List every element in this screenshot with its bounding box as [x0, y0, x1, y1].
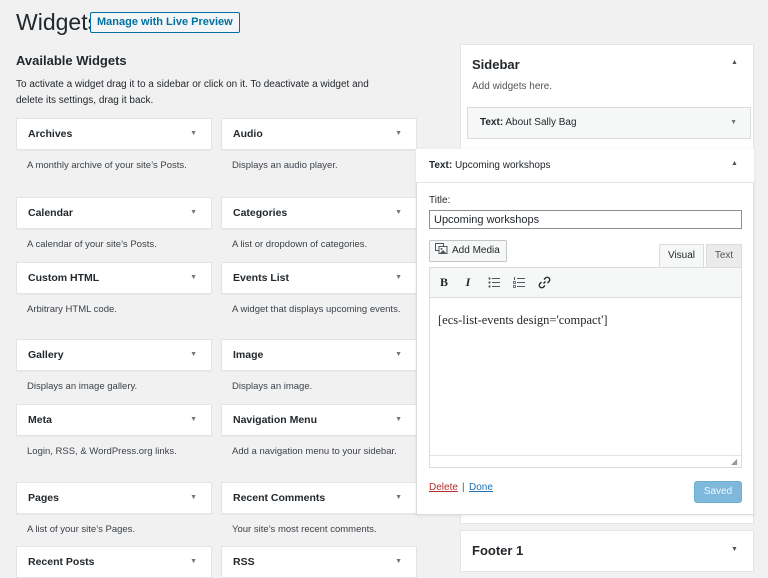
widget-label: Calendar: [28, 207, 73, 219]
widget-description: Login, RSS, & WordPress.org links.: [27, 446, 177, 457]
widget-image[interactable]: Image ▼: [221, 339, 417, 371]
chevron-down-icon[interactable]: ▼: [190, 119, 197, 149]
widget-description: Add a navigation menu to your sidebar.: [232, 446, 397, 457]
chevron-down-icon[interactable]: ▼: [395, 198, 402, 228]
saved-button[interactable]: Saved: [694, 481, 742, 503]
widget-events-list[interactable]: Events List ▼: [221, 262, 417, 294]
available-widgets-title: Available Widgets: [16, 53, 127, 68]
bullet-list-icon[interactable]: [488, 277, 500, 288]
chevron-down-icon[interactable]: ▼: [190, 547, 197, 577]
numbered-list-icon[interactable]: [513, 277, 525, 288]
title-input[interactable]: [429, 210, 742, 229]
link-icon[interactable]: [538, 276, 551, 289]
chevron-down-icon[interactable]: ▼: [190, 340, 197, 370]
add-media-button[interactable]: Add Media: [429, 240, 507, 262]
widget-label: Pages: [28, 492, 59, 504]
widget-label: Recent Posts: [28, 556, 95, 568]
chevron-down-icon[interactable]: ▼: [190, 483, 197, 513]
done-link[interactable]: Done: [469, 482, 493, 493]
widget-description: A calendar of your site’s Posts.: [27, 239, 157, 250]
footer-1-title[interactable]: Footer 1: [472, 543, 523, 558]
italic-icon[interactable]: I: [460, 275, 476, 290]
widget-label: Audio: [233, 128, 263, 140]
placed-widget-about-sally-bag[interactable]: Text: About Sally Bag ▼: [467, 107, 751, 139]
chevron-down-icon[interactable]: ▼: [395, 263, 402, 293]
widget-description: A monthly archive of your site’s Posts.: [27, 160, 187, 171]
chevron-down-icon[interactable]: ▼: [190, 405, 197, 435]
sidebar-collapse-icon[interactable]: ▲: [731, 59, 738, 66]
widget-categories[interactable]: Categories ▼: [221, 197, 417, 229]
widget-description: Displays an audio player.: [232, 160, 338, 171]
placed-widget-type: Text:: [480, 117, 504, 128]
link-separator: |: [462, 482, 465, 493]
widget-navigation-menu[interactable]: Navigation Menu ▼: [221, 404, 417, 436]
widget-description: Displays an image.: [232, 381, 313, 392]
chevron-down-icon[interactable]: ▼: [395, 340, 402, 370]
widget-description: A list or dropdown of categories.: [232, 239, 368, 250]
media-icon: [435, 243, 448, 254]
sidebar-title[interactable]: Sidebar: [472, 57, 520, 72]
widget-recent-comments[interactable]: Recent Comments ▼: [221, 482, 417, 514]
widget-label: Recent Comments: [233, 492, 326, 504]
widget-pages[interactable]: Pages ▼: [16, 482, 212, 514]
chevron-down-icon[interactable]: ▼: [730, 108, 737, 138]
open-widget-header[interactable]: Text: Upcoming workshops: [416, 149, 754, 183]
widget-gallery[interactable]: Gallery ▼: [16, 339, 212, 371]
widget-description: A list of your site’s Pages.: [27, 524, 136, 535]
tab-visual[interactable]: Visual: [659, 244, 704, 268]
open-widget-title: Upcoming workshops: [454, 160, 551, 171]
manage-live-preview-button[interactable]: Manage with Live Preview: [90, 12, 240, 33]
open-widget-type: Text:: [429, 160, 453, 171]
widget-label: Custom HTML: [28, 272, 100, 284]
widget-label: Navigation Menu: [233, 414, 318, 426]
add-media-label: Add Media: [452, 245, 500, 256]
chevron-down-icon[interactable]: ▼: [731, 546, 738, 553]
tab-text[interactable]: Text: [706, 244, 742, 268]
editor-statusbar: [430, 455, 741, 467]
widget-label: Archives: [28, 128, 73, 140]
widget-label: Image: [233, 349, 264, 361]
chevron-down-icon[interactable]: ▼: [395, 547, 402, 577]
widget-description: Your site’s most recent comments.: [232, 524, 377, 535]
widget-description: Arbitrary HTML code.: [27, 304, 117, 315]
widget-audio[interactable]: Audio ▼: [221, 118, 417, 150]
available-widgets-description: To activate a widget drag it to a sideba…: [16, 79, 369, 106]
placed-widget-title: About Sally Bag: [505, 117, 577, 128]
widget-label: RSS: [233, 556, 255, 568]
widget-description: A widget that displays upcoming events.: [232, 304, 401, 315]
widget-calendar[interactable]: Calendar ▼: [16, 197, 212, 229]
editor-content[interactable]: [ecs-list-events design='compact']: [438, 313, 607, 328]
chevron-down-icon[interactable]: ▼: [395, 483, 402, 513]
sidebar-subtitle: Add widgets here.: [472, 81, 553, 92]
chevron-up-icon[interactable]: ▲: [731, 160, 738, 167]
widget-label: Meta: [28, 414, 52, 426]
widget-custom-html[interactable]: Custom HTML ▼: [16, 262, 212, 294]
widget-label: Events List: [233, 272, 290, 284]
widget-label: Categories: [233, 207, 288, 219]
widget-meta[interactable]: Meta ▼: [16, 404, 212, 436]
title-label: Title:: [429, 195, 451, 206]
chevron-down-icon[interactable]: ▼: [190, 263, 197, 293]
bold-icon[interactable]: B: [436, 275, 452, 290]
chevron-down-icon[interactable]: ▼: [395, 405, 402, 435]
widget-recent-posts[interactable]: Recent Posts ▼: [16, 546, 212, 578]
resize-handle-icon[interactable]: ◢: [731, 457, 737, 466]
widget-archives[interactable]: Archives ▼: [16, 118, 212, 150]
delete-link[interactable]: Delete: [429, 482, 458, 493]
widget-description: Displays an image gallery.: [27, 381, 138, 392]
widget-label: Gallery: [28, 349, 64, 361]
widget-rss[interactable]: RSS ▼: [221, 546, 417, 578]
chevron-down-icon[interactable]: ▼: [395, 119, 402, 149]
page-title: Widgets: [16, 9, 100, 35]
chevron-down-icon[interactable]: ▼: [190, 198, 197, 228]
